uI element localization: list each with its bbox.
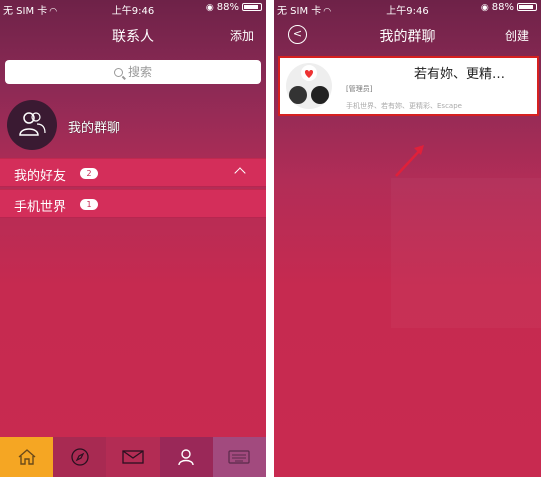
arrow-annotation-icon: [395, 145, 424, 177]
count-badge: 2: [80, 168, 98, 179]
status-bar: 无 SIM 卡 ◠ 上午9:46 ◉ 88%: [0, 0, 266, 17]
tab-bar: [0, 437, 266, 477]
group-avatar: [7, 100, 57, 150]
search-input[interactable]: 搜索: [5, 60, 261, 84]
tab-messages[interactable]: [106, 437, 160, 477]
member-list: 手机世界、若有妳、更精彩、Escape: [346, 102, 462, 110]
battery-status: ◉ 88%: [206, 2, 262, 13]
member-avatar: [289, 86, 307, 104]
page-title: 我的群聊: [379, 29, 436, 45]
battery-icon: [242, 3, 262, 11]
role-tag: [管理员]: [346, 85, 373, 93]
search-icon: [113, 68, 123, 77]
rotation-lock-icon: ◉: [480, 3, 489, 13]
member-avatar: [301, 65, 317, 81]
compass-icon: [71, 448, 89, 466]
page-title: 联系人: [112, 29, 154, 45]
home-icon: [18, 449, 36, 465]
tab-discover[interactable]: [53, 437, 107, 477]
contacts-screen: 无 SIM 卡 ◠ 上午9:46 ◉ 88% 联系人 添加 搜索 我的群聊 我的好友…: [0, 0, 266, 477]
heart-icon: [304, 70, 314, 78]
keyboard-icon: [228, 450, 251, 464]
mail-icon: [122, 450, 144, 464]
nav-bar: < 我的群聊 创建: [274, 18, 541, 52]
group-people-icon: [19, 112, 46, 136]
count-badge: 1: [80, 199, 98, 210]
section-name: 手机世界: [14, 200, 67, 215]
battery-status: ◉ 88%: [481, 2, 537, 13]
status-bar: 无 SIM 卡 ◠ 上午9:46 ◉ 88%: [274, 0, 541, 17]
group-name: 若有妳、更精…: [414, 67, 506, 82]
section-my-friends[interactable]: 我的好友 2: [0, 158, 266, 187]
tab-home[interactable]: [0, 437, 54, 477]
search-placeholder: 搜索: [127, 65, 152, 79]
battery-icon: [517, 3, 537, 11]
nav-bar: 联系人 添加: [0, 18, 266, 52]
background-panel: [391, 178, 541, 328]
tab-more[interactable]: [212, 437, 266, 477]
chevron-up-icon[interactable]: [234, 167, 246, 179]
create-button[interactable]: 创建: [505, 27, 529, 44]
my-groups-label: 我的群聊: [68, 121, 121, 136]
section-name: 我的好友: [14, 169, 67, 184]
group-chat-item[interactable]: 若有妳、更精… [管理员] 手机世界、若有妳、更精彩、Escape: [278, 56, 539, 116]
add-button[interactable]: 添加: [230, 27, 254, 44]
tab-contacts[interactable]: [159, 437, 213, 477]
my-groups-screen: 无 SIM 卡 ◠ 上午9:46 ◉ 88% < 我的群聊 创建 若有妳、更精… […: [274, 0, 541, 477]
rotation-lock-icon: ◉: [205, 3, 214, 13]
group-avatar: [286, 63, 332, 109]
member-avatar: [311, 86, 329, 104]
my-groups-entry[interactable]: 我的群聊: [0, 96, 266, 156]
contacts-icon: [178, 449, 194, 466]
section-phone-world[interactable]: 手机世界 1: [0, 189, 266, 218]
